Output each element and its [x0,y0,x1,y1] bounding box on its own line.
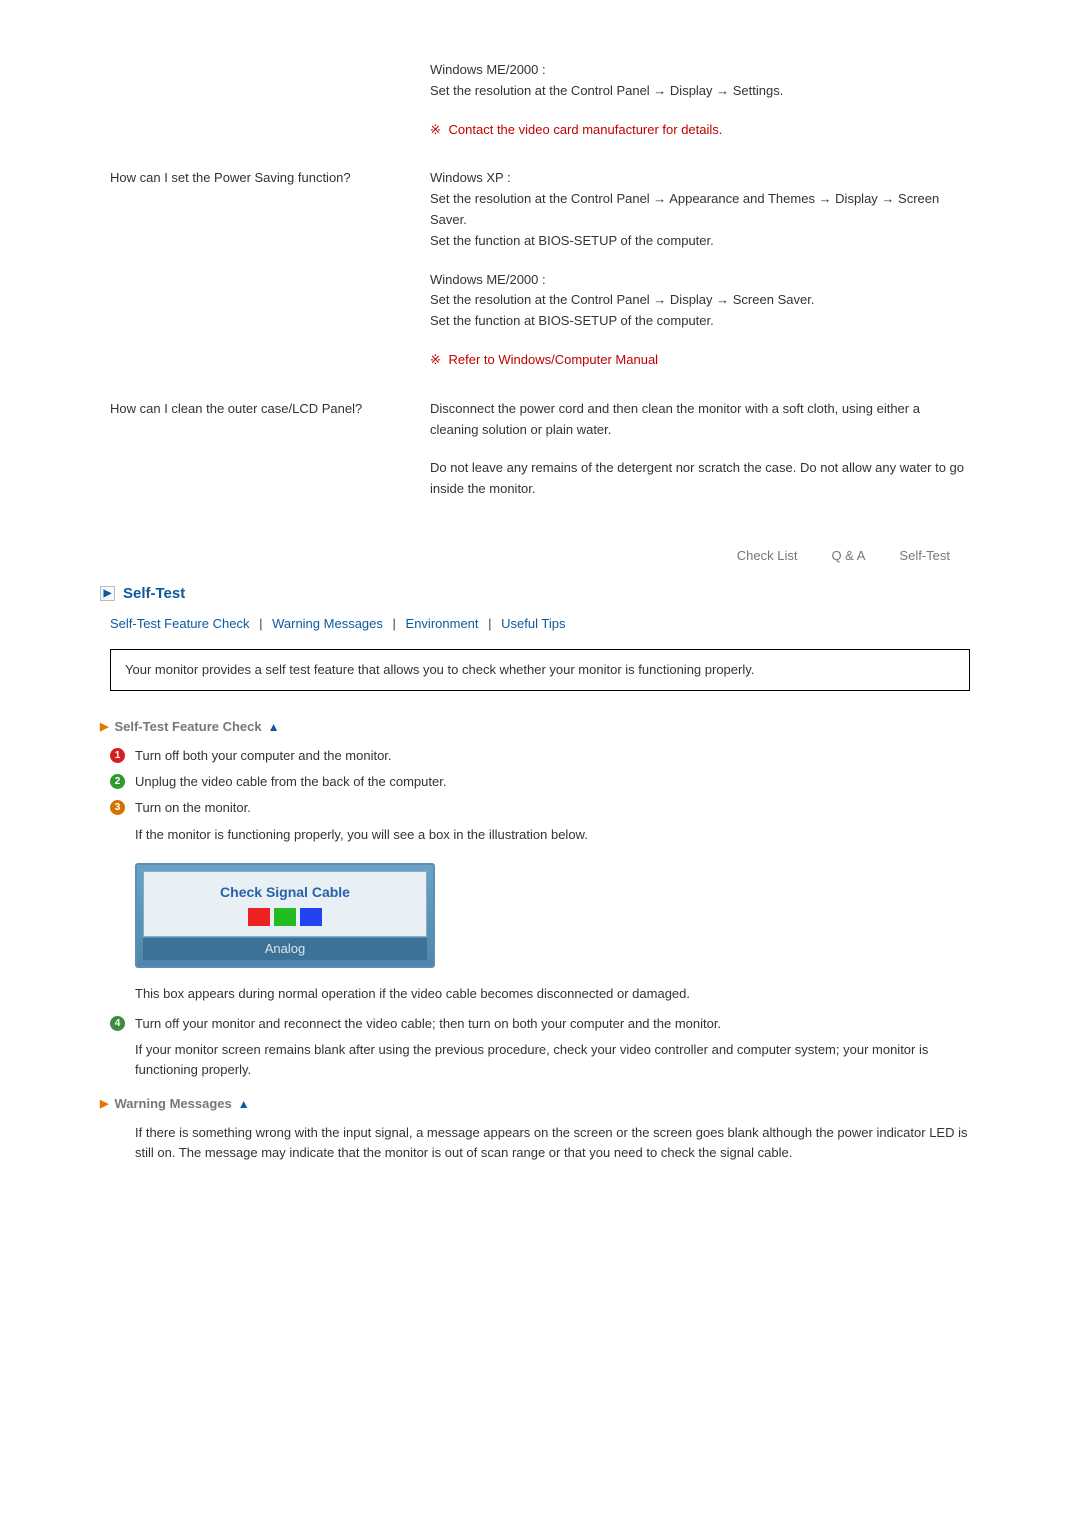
text-line: Set the resolution at the Control Panel … [430,81,970,102]
text-line: Windows ME/2000 : [430,270,970,291]
step-text: Turn off your monitor and reconnect the … [135,1014,721,1034]
separator: | [488,616,491,631]
step-3: 3 Turn on the monitor. [110,798,970,818]
qa-answer: Disconnect the power cord and then clean… [430,399,970,518]
step-number-icon: 3 [110,800,125,815]
step-number-icon: 4 [110,1016,125,1031]
step-text: Turn on the monitor. [135,798,251,818]
qa-row-clean-panel: How can I clean the outer case/LCD Panel… [110,399,970,518]
color-square-green [274,908,296,926]
note-text: ※ Refer to Windows/Computer Manual [430,350,970,371]
warning-text: If there is something wrong with the inp… [135,1123,970,1163]
back-to-top-icon[interactable]: ▲ [238,1097,250,1111]
anchor-links: Self-Test Feature Check | Warning Messag… [110,616,970,631]
step-2: 2 Unplug the video cable from the back o… [110,772,970,792]
text-line: Windows ME/2000 : [430,60,970,81]
after-illustration-text: This box appears during normal operation… [135,984,970,1004]
qa-answer-previous: Windows ME/2000 : Set the resolution at … [430,60,970,140]
step-number-icon: 2 [110,774,125,789]
monitor-source-label: Analog [143,937,427,960]
section-heading-selftest: ▶ Self-Test [100,585,970,602]
text-line: Windows XP : [430,168,970,189]
link-selftest-feature-check[interactable]: Self-Test Feature Check [110,616,249,631]
separator: | [259,616,262,631]
page-container: Windows ME/2000 : Set the resolution at … [0,0,1080,1214]
color-squares-row [152,908,418,926]
qa-row-previous: Windows ME/2000 : Set the resolution at … [110,60,970,140]
link-warning-messages[interactable]: Warning Messages [272,616,383,631]
subheading-label: Self-Test Feature Check [114,719,261,734]
chevron-right-icon: ▶ [100,1097,108,1110]
text-line: Set the function at BIOS-SETUP of the co… [430,311,970,332]
chevron-right-icon: ▶ [100,586,115,601]
link-environment[interactable]: Environment [406,616,479,631]
tabs-row: Check List Q & A Self-Test [110,548,950,563]
qa-question: How can I clean the outer case/LCD Panel… [110,399,430,419]
back-to-top-icon[interactable]: ▲ [268,720,280,734]
step-4: 4 Turn off your monitor and reconnect th… [110,1014,970,1034]
link-useful-tips[interactable]: Useful Tips [501,616,565,631]
step-3-detail: If the monitor is functioning properly, … [135,825,970,845]
note-symbol: ※ [430,122,441,137]
section-title: Self-Test [123,585,185,602]
qa-question: How can I set the Power Saving function? [110,168,430,188]
step-text: Turn off both your computer and the moni… [135,746,392,766]
answer-block: Do not leave any remains of the detergen… [430,458,970,500]
text-line: Set the function at BIOS-SETUP of the co… [430,231,970,252]
chevron-right-icon: ▶ [100,720,108,733]
answer-block: Windows XP : Set the resolution at the C… [430,168,970,251]
subheading-label: Warning Messages [114,1096,231,1111]
text-line: Set the resolution at the Control Panel … [430,290,970,311]
info-box: Your monitor provides a self test featur… [110,649,970,691]
monitor-message: Check Signal Cable [152,884,418,900]
note-text: ※ Contact the video card manufacturer fo… [430,120,970,141]
step-text: Unplug the video cable from the back of … [135,772,446,792]
tab-selftest[interactable]: Self-Test [899,548,950,563]
tab-checklist[interactable]: Check List [737,548,798,563]
monitor-illustration: Check Signal Cable Analog [135,863,435,968]
monitor-frame: Check Signal Cable Analog [135,863,435,968]
note-content: Refer to Windows/Computer Manual [449,352,659,367]
subheading-feature-check: ▶ Self-Test Feature Check ▲ [100,719,970,734]
color-square-blue [300,908,322,926]
tab-qa[interactable]: Q & A [831,548,865,563]
answer-block: Disconnect the power cord and then clean… [430,399,970,441]
qa-answer: Windows XP : Set the resolution at the C… [430,168,970,370]
step-1: 1 Turn off both your computer and the mo… [110,746,970,766]
separator: | [393,616,396,631]
monitor-screen: Check Signal Cable [143,871,427,937]
color-square-red [248,908,270,926]
subheading-warning-messages: ▶ Warning Messages ▲ [100,1096,970,1111]
answer-block: Windows ME/2000 : Set the resolution at … [430,60,970,102]
step-number-icon: 1 [110,748,125,763]
qa-row-power-saving: How can I set the Power Saving function?… [110,168,970,370]
answer-block: Windows ME/2000 : Set the resolution at … [430,270,970,332]
note-content: Contact the video card manufacturer for … [449,122,723,137]
step-4-detail: If your monitor screen remains blank aft… [135,1040,970,1080]
note-symbol: ※ [430,352,441,367]
text-line: Set the resolution at the Control Panel … [430,189,970,231]
